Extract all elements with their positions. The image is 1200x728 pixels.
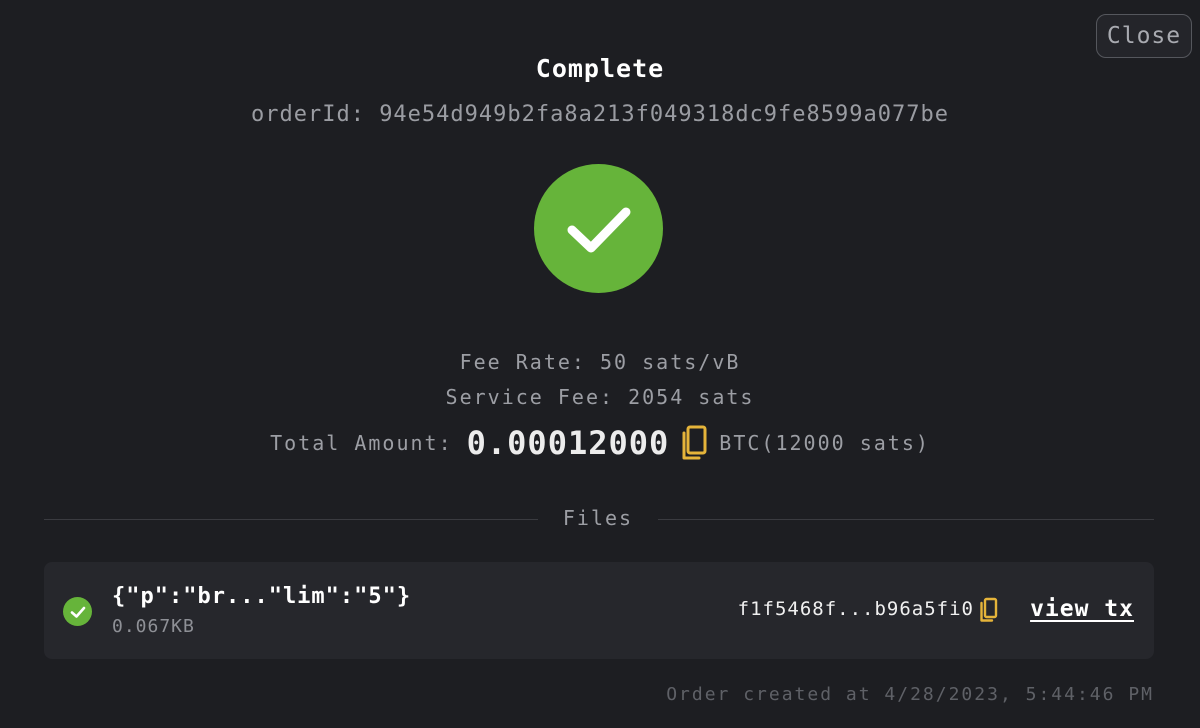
divider	[44, 519, 538, 520]
total-amount-label: Total Amount:	[270, 431, 453, 455]
copy-amount-icon[interactable]	[679, 425, 707, 461]
file-list-item: {"p":"br..."lim":"5"} 0.067KB f1f5468f..…	[44, 562, 1154, 659]
checkmark-icon	[567, 207, 630, 252]
file-size: 0.067KB	[112, 616, 195, 637]
file-success-icon	[63, 597, 92, 626]
order-id: orderId: 94e54d949b2fa8a213f049318dc9fe8…	[250, 102, 949, 127]
view-tx-link[interactable]: view tx	[1030, 596, 1134, 622]
checkmark-icon	[70, 606, 85, 618]
success-check-icon	[534, 164, 663, 293]
total-amount-unit: BTC(12000 sats)	[719, 431, 930, 455]
page-title: Complete	[535, 54, 665, 83]
fee-rate: Fee Rate: 50 sats/vB	[459, 350, 741, 374]
close-button[interactable]: Close	[1096, 14, 1192, 58]
service-fee: Service Fee: 2054 sats	[445, 385, 755, 409]
total-amount-value: 0.00012000	[466, 424, 670, 462]
divider	[658, 519, 1154, 520]
order-complete-modal: Close Complete orderId: 94e54d949b2fa8a2…	[0, 0, 1200, 728]
order-created-timestamp: Order created at 4/28/2023, 5:44:46 PM	[666, 684, 1154, 705]
files-section-label: Files	[562, 506, 634, 530]
file-name: {"p":"br..."lim":"5"}	[112, 584, 412, 609]
file-tx-id: f1f5468f...b96a5fi0	[737, 598, 974, 620]
copy-tx-icon[interactable]	[978, 597, 998, 623]
total-amount-row: Total Amount: 0.00012000 BTC(12000 sats)	[0, 424, 1200, 462]
